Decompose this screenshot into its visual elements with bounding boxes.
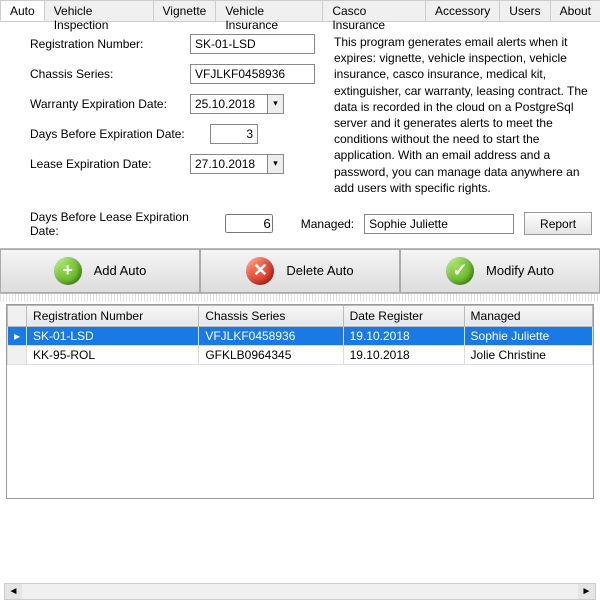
table-row[interactable]: ▸SK-01-LSDVFJLKF045893619.10.2018Sophie …: [8, 326, 593, 345]
scroll-left-icon[interactable]: ◄: [5, 584, 22, 599]
chevron-down-icon[interactable]: ▾: [268, 154, 284, 174]
days-lease-input[interactable]: [225, 214, 273, 233]
add-auto-button[interactable]: + Add Auto: [0, 249, 200, 293]
description-text: This program generates email alerts when…: [330, 34, 592, 196]
auto-grid[interactable]: Registration NumberChassis SeriesDate Re…: [6, 304, 594, 499]
tab-vehicle-inspection[interactable]: Vehicle Inspection: [44, 0, 154, 21]
mod-label: Modify Auto: [486, 263, 554, 278]
lease-date-input[interactable]: [190, 154, 268, 174]
tab-auto[interactable]: Auto: [0, 0, 45, 21]
days-before-label: Days Before Expiration Date:: [30, 127, 210, 141]
delete-auto-button[interactable]: ✕ Delete Auto: [200, 249, 400, 293]
chassis-label: Chassis Series:: [30, 67, 190, 81]
reg-input[interactable]: [190, 34, 315, 54]
horizontal-scrollbar[interactable]: ◄ ►: [4, 583, 596, 600]
days-lease-label: Days Before Lease Expiration Date:: [30, 210, 215, 238]
table-row[interactable]: KK-95-ROLGFKLB096434519.10.2018Jolie Chr…: [8, 345, 593, 364]
plus-icon: +: [54, 257, 82, 285]
chassis-input[interactable]: [190, 64, 315, 84]
col-header[interactable]: Managed: [464, 305, 592, 326]
managed-input[interactable]: [364, 214, 514, 234]
chevron-down-icon[interactable]: ▾: [268, 94, 284, 114]
tab-users[interactable]: Users: [499, 0, 550, 21]
tab-about[interactable]: About: [550, 0, 600, 21]
x-icon: ✕: [246, 257, 274, 285]
warranty-date-input[interactable]: [190, 94, 268, 114]
col-header[interactable]: Date Register: [343, 305, 464, 326]
modify-auto-button[interactable]: ✓ Modify Auto: [400, 249, 600, 293]
row-marker-icon: [8, 345, 27, 364]
lease-label: Lease Expiration Date:: [30, 157, 190, 171]
report-button[interactable]: Report: [524, 212, 592, 235]
col-header[interactable]: Chassis Series: [199, 305, 343, 326]
tab-bar: AutoVehicle InspectionVignetteVehicle In…: [0, 0, 600, 22]
scroll-right-icon[interactable]: ►: [578, 584, 595, 599]
tab-vehicle-insurance[interactable]: Vehicle Insurance: [215, 0, 323, 21]
warranty-label: Warranty Expiration Date:: [30, 97, 190, 111]
tab-vignette[interactable]: Vignette: [153, 0, 217, 21]
divider: [0, 294, 600, 302]
managed-label: Managed:: [301, 217, 354, 231]
col-header[interactable]: Registration Number: [27, 305, 199, 326]
check-icon: ✓: [446, 257, 474, 285]
reg-label: Registration Number:: [30, 37, 190, 51]
row-marker-icon: ▸: [8, 326, 27, 345]
tab-casco-insurance[interactable]: Casco Insurance: [322, 0, 426, 21]
add-label: Add Auto: [94, 263, 147, 278]
del-label: Delete Auto: [286, 263, 353, 278]
tab-accessory[interactable]: Accessory: [425, 0, 500, 21]
days-before-input[interactable]: [210, 124, 258, 144]
